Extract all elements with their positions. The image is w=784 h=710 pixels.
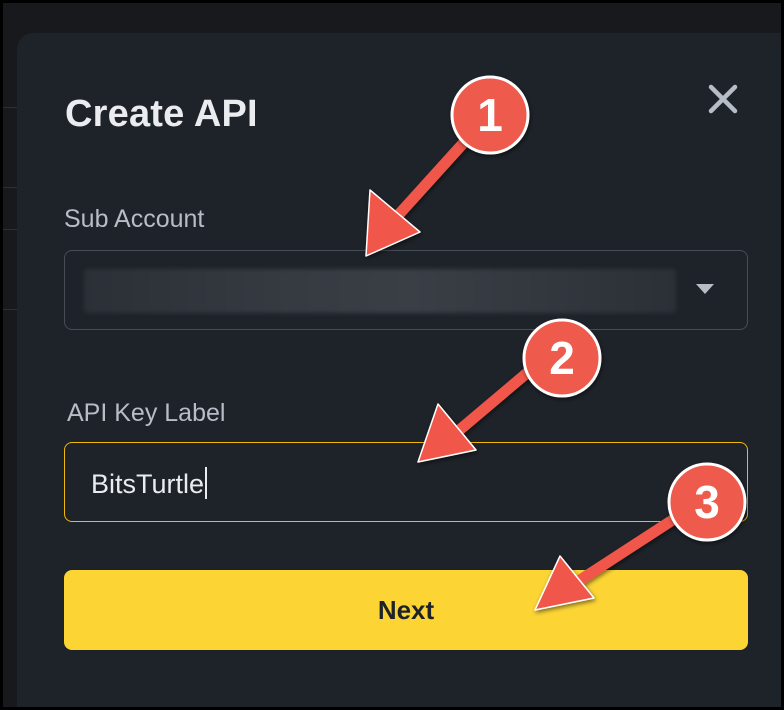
text-cursor	[205, 467, 208, 499]
api-key-label-input[interactable]: BitsTurtle	[64, 442, 748, 522]
sub-account-select[interactable]	[64, 250, 748, 330]
background-divider	[0, 187, 18, 188]
background-divider	[0, 229, 18, 230]
next-button[interactable]: Next	[64, 570, 748, 650]
sub-account-label: Sub Account	[64, 205, 205, 233]
modal-title: Create API	[65, 93, 258, 135]
close-icon	[708, 84, 738, 114]
redacted-value	[84, 269, 676, 313]
close-button[interactable]	[705, 81, 741, 117]
api-key-label-label: API Key Label	[67, 399, 226, 427]
api-key-label-value: BitsTurtle	[91, 467, 208, 500]
background-divider	[0, 309, 18, 310]
create-api-modal: Create API Sub Account API Key Label Bit…	[17, 33, 784, 710]
background-divider	[0, 107, 18, 108]
caret-down-icon	[696, 284, 714, 294]
